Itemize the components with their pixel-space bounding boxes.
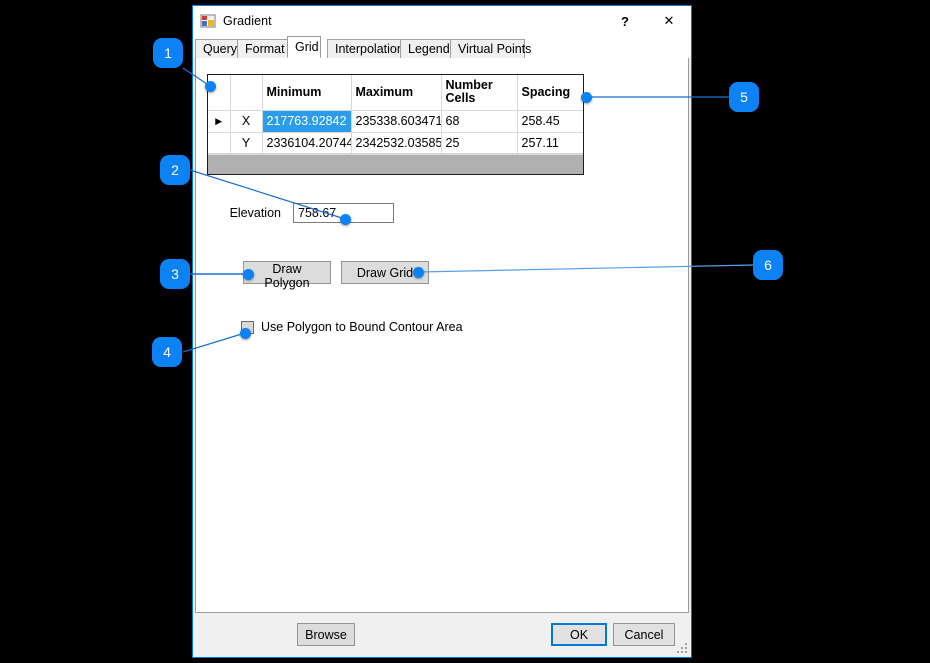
use-polygon-checkbox-label: Use Polygon to Bound Contour Area xyxy=(261,320,463,334)
grid-empty-area xyxy=(208,154,583,174)
cell-axis-y: Y xyxy=(230,132,262,153)
window-title: Gradient xyxy=(223,14,272,28)
help-button[interactable]: ? xyxy=(603,7,647,36)
draw-polygon-button[interactable]: Draw Polygon xyxy=(243,261,331,284)
cell-y-spacing[interactable]: 257.11 xyxy=(517,132,583,153)
cell-axis-x: X xyxy=(230,110,262,132)
tab-grid[interactable]: Grid xyxy=(287,36,321,58)
annotation-badge-3: 3 xyxy=(160,259,190,289)
annotation-badge-4: 4 xyxy=(152,337,182,367)
tab-format[interactable]: Format xyxy=(237,39,288,58)
annotation-badge-6: 6 xyxy=(753,250,783,280)
cancel-button[interactable]: Cancel xyxy=(613,623,675,646)
elevation-input[interactable] xyxy=(293,203,394,223)
cell-y-maximum[interactable]: 2342532.03585... xyxy=(351,132,441,153)
draw-grid-button[interactable]: Draw Grid xyxy=(341,261,429,284)
cell-y-number-cells[interactable]: 25 xyxy=(441,132,517,153)
cell-x-minimum[interactable]: 217763.92842 xyxy=(262,110,351,132)
header-spacing[interactable]: Spacing xyxy=(517,75,583,110)
title-bar: Gradient ? ✕ xyxy=(193,6,691,36)
row-marker-cell xyxy=(208,132,230,153)
elevation-label: Elevation xyxy=(207,206,293,220)
annotation-badge-2: 2 xyxy=(160,155,190,185)
cell-x-number-cells[interactable]: 68 xyxy=(441,110,517,132)
header-row-marker xyxy=(208,75,230,110)
browse-button[interactable]: Browse xyxy=(297,623,355,646)
dialog-footer: Browse OK Cancel xyxy=(193,613,691,657)
grid-extents-table[interactable]: Minimum Maximum Number Cells Spacing ▶ X xyxy=(207,74,584,175)
header-minimum[interactable]: Minimum xyxy=(262,75,351,110)
tab-interpolation[interactable]: Interpolation xyxy=(327,39,401,58)
cell-x-maximum[interactable]: 235338.6034716 xyxy=(351,110,441,132)
close-button[interactable]: ✕ xyxy=(647,7,691,36)
annotation-badge-1: 1 xyxy=(153,38,183,68)
cell-y-minimum[interactable]: 2336104.20744 xyxy=(262,132,351,153)
header-maximum[interactable]: Maximum xyxy=(351,75,441,110)
current-row-arrow-icon: ▶ xyxy=(208,111,230,132)
tab-legend[interactable]: Legend xyxy=(400,39,451,58)
elevation-field-row: Elevation xyxy=(207,203,394,223)
tab-strip: Query Format Grid Interpolation Legend V… xyxy=(193,36,691,58)
table-header-row: Minimum Maximum Number Cells Spacing xyxy=(208,75,583,110)
ok-button[interactable]: OK xyxy=(551,623,607,646)
use-polygon-checkbox[interactable] xyxy=(241,321,254,334)
table-row[interactable]: ▶ X 217763.92842 235338.6034716 68 258.4… xyxy=(208,110,583,132)
gradient-dialog: Gradient ? ✕ Query Format Grid Interpola… xyxy=(192,5,692,658)
resize-grip-icon[interactable] xyxy=(677,643,688,654)
grid-tab-page: Minimum Maximum Number Cells Spacing ▶ X xyxy=(195,58,689,613)
table-row[interactable]: Y 2336104.20744 2342532.03585... 25 257.… xyxy=(208,132,583,153)
header-number-cells[interactable]: Number Cells xyxy=(441,75,517,110)
use-polygon-checkbox-row[interactable]: Use Polygon to Bound Contour Area xyxy=(241,320,463,334)
annotation-badge-5: 5 xyxy=(729,82,759,112)
row-marker-cell: ▶ xyxy=(208,110,230,132)
cell-x-spacing[interactable]: 258.45 xyxy=(517,110,583,132)
form-grid-icon xyxy=(200,13,216,29)
header-axis xyxy=(230,75,262,110)
tab-query[interactable]: Query xyxy=(195,39,238,58)
tab-virtual-points[interactable]: Virtual Points xyxy=(450,39,525,58)
screenshot-root: Gradient ? ✕ Query Format Grid Interpola… xyxy=(0,0,930,663)
